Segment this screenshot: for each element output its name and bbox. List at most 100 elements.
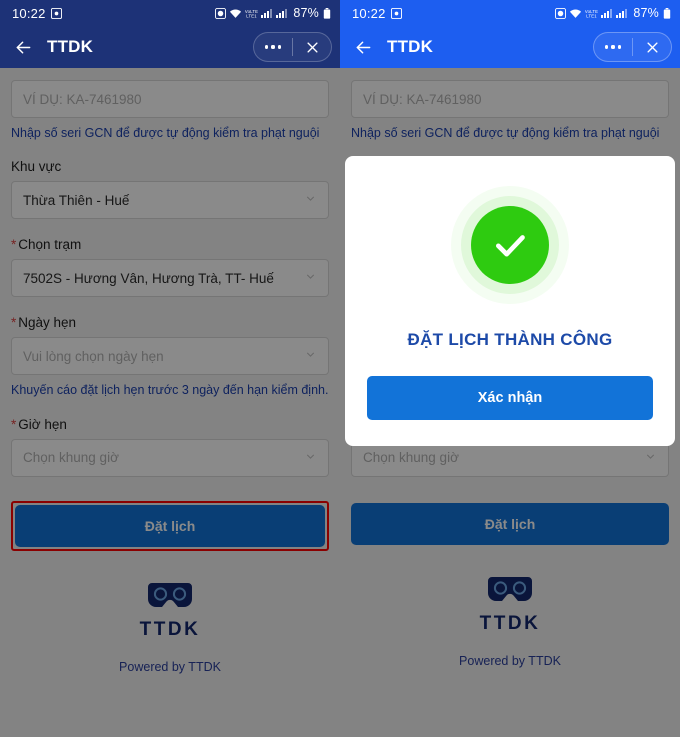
page-content: VÍ DỤ: KA-7461980 Nhập số seri GCN để đư… — [340, 68, 680, 737]
app-title: TTDK — [387, 37, 434, 56]
station-label: *Chọn trạm — [11, 237, 329, 252]
brand-footer: TTDK Powered by TTDK — [11, 581, 329, 674]
signal-sim2-icon — [616, 8, 628, 18]
back-button[interactable] — [352, 36, 374, 58]
phone-screen-before: 10:22 VoLTE LTE1 87% TTDK VÍ DỤ: KA-7461… — [0, 0, 340, 737]
close-button[interactable] — [633, 32, 671, 62]
check-circle-core — [471, 206, 549, 284]
header-actions-capsule — [593, 32, 672, 62]
app-header: TTDK — [0, 26, 340, 68]
volte-icon: VoLTE LTE1 — [585, 8, 598, 19]
success-dialog-title: ĐẶT LỊCH THÀNH CÔNG — [407, 330, 613, 349]
alarm-icon — [555, 7, 567, 19]
serial-input-placeholder: VÍ DỤ: KA-7461980 — [23, 91, 142, 107]
signal-sim1-icon — [601, 8, 613, 18]
time-select-placeholder: Chọn khung giờ — [363, 450, 459, 465]
confirm-button[interactable]: Xác nhận — [367, 376, 653, 420]
chevron-down-icon — [304, 348, 317, 364]
status-bar: 10:22 VoLTE LTE1 87% — [0, 0, 340, 26]
status-bar-right: VoLTE LTE1 87% — [555, 6, 671, 20]
volte-icon: VoLTE LTE1 — [245, 8, 258, 19]
date-label-text: Ngày hẹn — [18, 315, 77, 331]
checkmark-icon — [496, 235, 525, 257]
date-select[interactable]: Vui lòng chọn ngày hẹn — [11, 337, 329, 376]
time-select-placeholder: Chọn khung giờ — [23, 450, 119, 465]
back-arrow-icon — [16, 41, 30, 53]
battery-icon — [323, 7, 331, 19]
chevron-down-icon — [644, 450, 657, 466]
more-options-button[interactable] — [254, 32, 292, 62]
status-bar-left: 10:22 — [12, 6, 62, 21]
powered-by-text: Powered by TTDK — [459, 653, 561, 668]
station-label-text: Chọn trạm — [18, 237, 82, 253]
area-select-value: Thừa Thiên - Huế — [23, 192, 130, 208]
wifi-icon — [229, 8, 242, 19]
submit-highlight-box: Đặt lịch — [11, 500, 329, 551]
svg-text:LTE1: LTE1 — [587, 13, 598, 18]
time-label: *Giờ hẹn — [11, 417, 329, 432]
time-required-mark: * — [11, 416, 17, 432]
ttdk-goggles-logo — [488, 575, 532, 611]
more-options-button[interactable] — [594, 32, 632, 62]
battery-percent: 87% — [633, 6, 659, 20]
screenshot-icon — [390, 7, 402, 19]
success-dialog: ĐẶT LỊCH THÀNH CÔNG Xác nhận — [345, 156, 675, 446]
station-select-value: 7502S - Hương Vân, Hương Trà, TT- Huế — [23, 270, 274, 286]
svg-text:LTE1: LTE1 — [247, 13, 258, 18]
back-arrow-icon — [356, 41, 370, 53]
screenshot-stage: 10:22 VoLTE LTE1 87% TTDK VÍ DỤ: KA-7461… — [0, 0, 680, 737]
ttdk-goggles-logo — [148, 581, 192, 617]
check-circle-icon — [451, 186, 569, 304]
powered-by-text: Powered by TTDK — [119, 659, 221, 674]
close-icon — [306, 41, 318, 53]
chevron-down-icon — [304, 270, 317, 286]
submit-booking-button[interactable]: Đặt lịch — [351, 502, 669, 545]
station-select[interactable]: 7502S - Hương Vân, Hương Trà, TT- Huế — [11, 259, 329, 298]
more-options-icon — [264, 45, 282, 49]
phone-screen-after: 10:22 VoLTE LTE1 87% TTDK VÍ DỤ: KA-7461… — [340, 0, 680, 737]
date-label: *Ngày hẹn — [11, 315, 329, 330]
more-options-icon — [604, 45, 622, 49]
area-select[interactable]: Thừa Thiên - Huế — [11, 181, 329, 220]
status-bar-left: 10:22 — [352, 6, 402, 21]
area-label-text: Khu vực — [11, 159, 62, 175]
time-select[interactable]: Chọn khung giờ — [11, 438, 329, 477]
serial-hint: Nhập số seri GCN để được tự động kiểm tr… — [351, 126, 660, 140]
page-content: VÍ DỤ: KA-7461980 Nhập số seri GCN để đư… — [0, 68, 340, 737]
header-actions-capsule — [253, 32, 332, 62]
status-bar: 10:22 VoLTE LTE1 87% — [340, 0, 680, 26]
close-icon — [646, 41, 658, 53]
station-required-mark: * — [11, 237, 17, 253]
serial-input[interactable]: VÍ DỤ: KA-7461980 — [351, 80, 669, 118]
brand-name: TTDK — [479, 612, 541, 634]
signal-sim1-icon — [261, 8, 273, 18]
area-label: Khu vực — [11, 159, 329, 174]
brand-footer: TTDK Powered by TTDK — [351, 575, 669, 668]
close-button[interactable] — [293, 32, 331, 62]
alarm-icon — [215, 7, 227, 19]
date-select-placeholder: Vui lòng chọn ngày hẹn — [23, 348, 164, 364]
app-title: TTDK — [47, 37, 94, 56]
status-time: 10:22 — [352, 5, 386, 21]
serial-input-placeholder: VÍ DỤ: KA-7461980 — [363, 91, 482, 107]
status-bar-right: VoLTE LTE1 87% — [215, 6, 331, 20]
battery-icon — [663, 7, 671, 19]
wifi-icon — [569, 8, 582, 19]
brand-name: TTDK — [139, 618, 201, 640]
form-scroll-area: VÍ DỤ: KA-7461980 Nhập số seri GCN để đư… — [0, 68, 340, 674]
screenshot-icon — [50, 7, 62, 19]
serial-input[interactable]: VÍ DỤ: KA-7461980 — [11, 80, 329, 118]
back-button[interactable] — [12, 36, 34, 58]
chevron-down-icon — [304, 450, 317, 466]
battery-percent: 87% — [293, 6, 319, 20]
signal-sim2-icon — [276, 8, 288, 18]
submit-booking-button[interactable]: Đặt lịch — [15, 504, 325, 547]
check-halo-ring — [461, 196, 559, 294]
date-hint: Khuyến cáo đặt lịch hẹn trước 3 ngày đến… — [11, 383, 329, 398]
app-header: TTDK — [340, 26, 680, 68]
time-label-text: Giờ hẹn — [18, 416, 67, 432]
status-time: 10:22 — [12, 5, 46, 21]
serial-hint: Nhập số seri GCN để được tự động kiểm tr… — [11, 126, 320, 140]
chevron-down-icon — [304, 192, 317, 208]
date-required-mark: * — [11, 315, 17, 331]
